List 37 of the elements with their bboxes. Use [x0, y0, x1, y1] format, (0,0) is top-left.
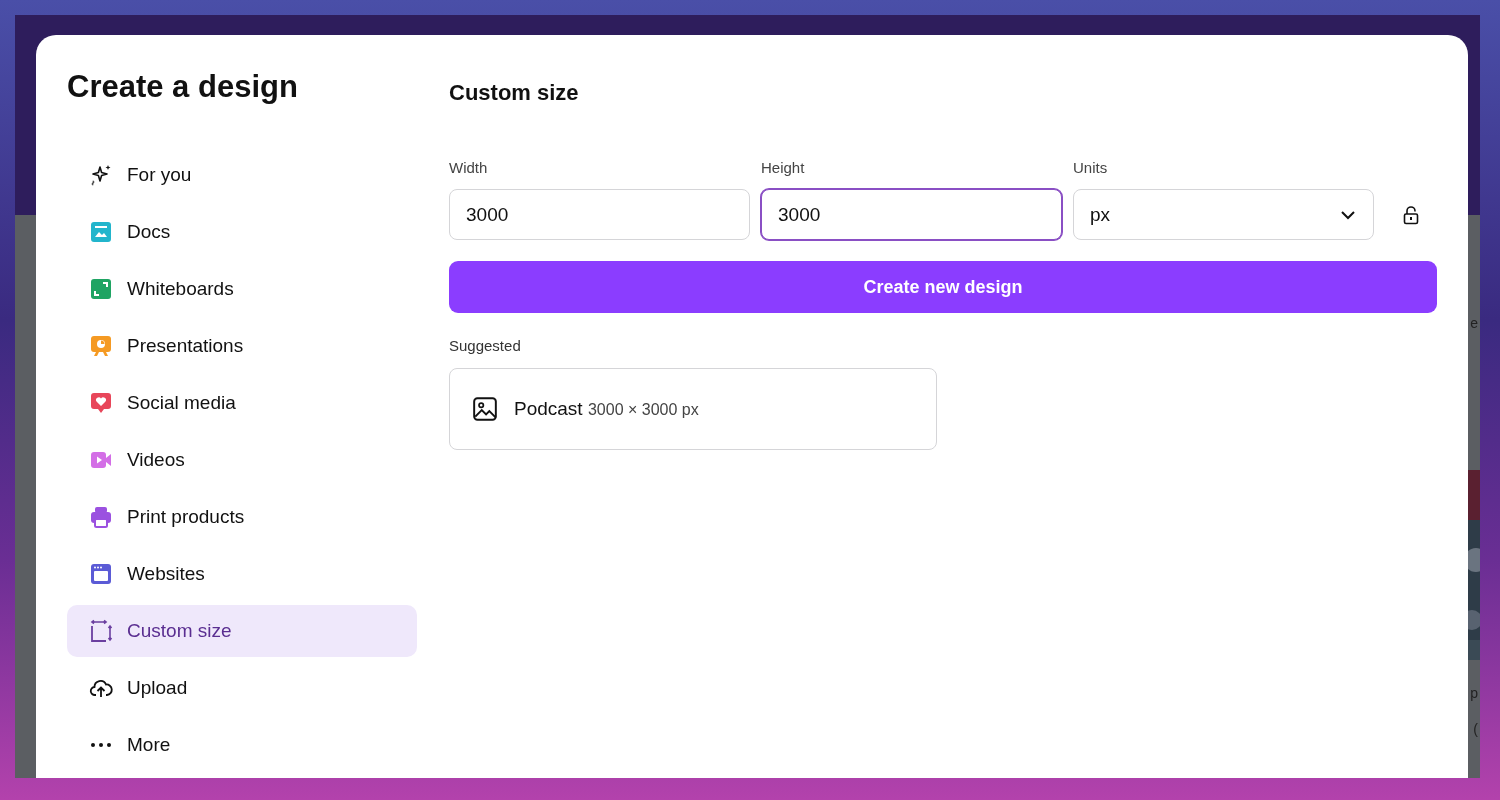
width-field[interactable]: 3000 [449, 189, 750, 240]
sidebar-item[interactable]: Whiteboards [67, 263, 417, 315]
browser-window-icon [89, 562, 113, 586]
sparkle-icon [89, 163, 113, 187]
image-icon [472, 396, 498, 422]
create-design-button[interactable]: Create new design [449, 261, 1437, 313]
sidebar-item[interactable]: For you [67, 149, 417, 201]
background-text: ( [1473, 721, 1479, 737]
field-label: Units [1073, 159, 1109, 177]
sidebar-item[interactable]: Docs [67, 206, 417, 258]
background-text: e [1470, 315, 1479, 331]
suggested-heading: Suggested [449, 337, 522, 354]
sidebar-item[interactable]: More [67, 719, 417, 771]
more-icon [89, 743, 113, 747]
sidebar-item[interactable]: Videos [67, 434, 417, 486]
units-dropdown[interactable]: px [1073, 189, 1374, 240]
suggested-size-card[interactable]: Podcast 3000 × 3000 px [449, 368, 937, 450]
unlocked-padlock-icon[interactable] [1401, 204, 1421, 225]
sidebar-item[interactable]: Print products [67, 491, 417, 543]
printer-icon [89, 505, 113, 529]
sidebar-item[interactable]: Social media [67, 377, 417, 429]
sidebar-item[interactable]: Presentations [67, 320, 417, 372]
heart-bubble-icon [89, 391, 113, 415]
section-title: Custom size [449, 80, 580, 106]
field-label: Height [761, 159, 806, 177]
sidebar-item[interactable]: Websites [67, 548, 417, 600]
dialog-title: Create a design [67, 68, 299, 106]
resize-frame-icon [89, 619, 113, 643]
field-label: Width [449, 159, 489, 177]
background-text: p [1470, 685, 1479, 701]
expand-icon [89, 277, 113, 301]
sidebar-item[interactable]: Custom size [67, 605, 417, 657]
height-field[interactable]: 3000 [761, 189, 1062, 240]
suggested-size-label: Podcast 3000 × 3000 px [514, 398, 699, 420]
document-icon [89, 220, 113, 244]
easel-icon [89, 334, 113, 358]
sidebar-item[interactable]: Upload [67, 662, 417, 714]
